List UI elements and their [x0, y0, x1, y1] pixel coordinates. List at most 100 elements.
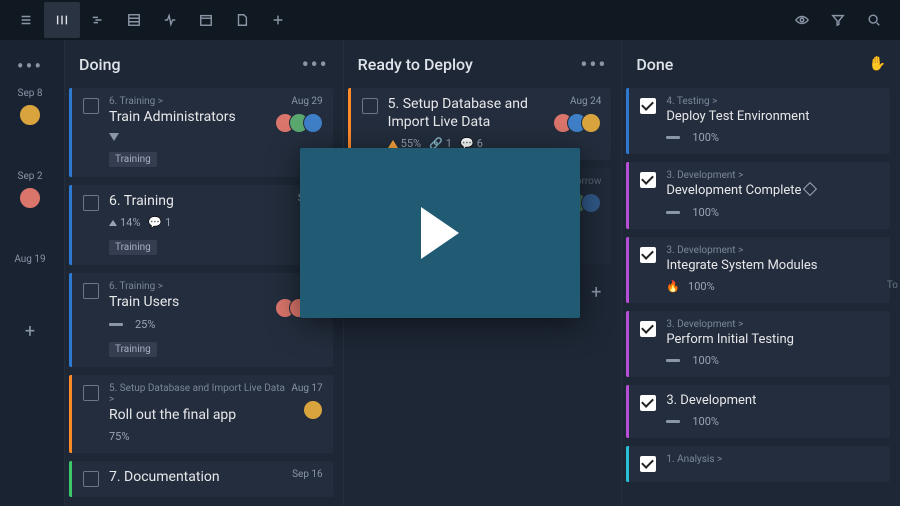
left-gutter: ••• Sep 8 Sep 2 Aug 19 +: [0, 40, 64, 506]
card-breadcrumb: 3. Development >: [666, 170, 880, 181]
checkbox-checked[interactable]: [640, 395, 656, 411]
card-title: Train Users: [109, 294, 269, 312]
checkbox[interactable]: [83, 471, 99, 487]
view-file-icon[interactable]: [224, 2, 260, 38]
view-grid-icon[interactable]: [116, 2, 152, 38]
checkbox[interactable]: [362, 98, 378, 114]
view-activity-icon[interactable]: [152, 2, 188, 38]
percent: 100%: [692, 206, 719, 219]
priority-low-icon: [109, 133, 119, 141]
checkbox-checked[interactable]: [640, 247, 656, 263]
expand-icon: [109, 220, 117, 226]
progress-bar-icon: [666, 136, 680, 139]
progress-bar-icon: [109, 323, 123, 326]
top-toolbar: [0, 0, 900, 40]
checkbox-checked[interactable]: [640, 456, 656, 472]
task-card[interactable]: 3. Development 100%: [626, 385, 890, 438]
percent: 100%: [692, 415, 719, 428]
card-title: Development Complete: [666, 183, 880, 199]
column-menu-icon[interactable]: •••: [580, 52, 607, 76]
gutter-date: Sep 8: [18, 88, 43, 99]
milestone-icon: [803, 182, 817, 196]
task-card[interactable]: 3. Development > Development Complete 10…: [626, 162, 890, 228]
task-card[interactable]: 6. Training > Train Users 25% Training S…: [69, 273, 333, 367]
avatar[interactable]: [18, 186, 42, 210]
task-card[interactable]: 3. Development > Integrate System Module…: [626, 237, 890, 303]
gutter-date: Aug 19: [14, 254, 45, 265]
checkbox-checked[interactable]: [640, 98, 656, 114]
checkbox[interactable]: [83, 98, 99, 114]
checkbox-checked[interactable]: [640, 321, 656, 337]
tag[interactable]: Training: [109, 342, 157, 357]
view-list-icon[interactable]: [8, 2, 44, 38]
task-card[interactable]: 7. Documentation Sep 16: [69, 461, 333, 497]
view-calendar-icon[interactable]: [188, 2, 224, 38]
card-title: 3. Development: [666, 393, 880, 409]
percent: 75%: [109, 430, 129, 443]
task-card[interactable]: 1. Analysis >: [626, 446, 890, 482]
checkbox[interactable]: [83, 283, 99, 299]
percent: 100%: [688, 280, 715, 293]
play-icon: [421, 207, 459, 259]
percent: 100%: [692, 131, 719, 144]
search-icon[interactable]: [856, 2, 892, 38]
task-card[interactable]: 3. Development > Perform Initial Testing…: [626, 311, 890, 377]
view-board-icon[interactable]: [44, 2, 80, 38]
card-title: Integrate System Modules: [666, 258, 880, 274]
card-title: 7. Documentation: [109, 469, 286, 487]
plus-icon: +: [591, 282, 601, 303]
card-title: Train Administrators: [109, 109, 269, 127]
tag[interactable]: Training: [109, 152, 157, 167]
card-breadcrumb: 6. Training >: [109, 281, 269, 292]
column-menu-icon[interactable]: •••: [302, 52, 329, 76]
card-title: Roll out the final app: [109, 407, 285, 425]
watch-icon[interactable]: [784, 2, 820, 38]
view-timeline-icon[interactable]: [80, 2, 116, 38]
card-breadcrumb: 4. Testing >: [666, 96, 880, 107]
comments-icon[interactable]: 💬 1: [148, 216, 171, 229]
add-view-icon[interactable]: [260, 2, 296, 38]
cutoff-label: To: [887, 280, 898, 291]
card-breadcrumb: 6. Training >: [109, 96, 269, 107]
checkbox-checked[interactable]: [640, 172, 656, 188]
grab-icon[interactable]: ✋: [869, 56, 886, 72]
percent: 100%: [692, 354, 719, 367]
column-title: Doing: [79, 55, 302, 74]
card-breadcrumb: 1. Analysis >: [666, 454, 880, 465]
avatar[interactable]: [18, 103, 42, 127]
card-title: 6. Training: [109, 193, 292, 211]
card-due: Aug 29: [291, 96, 322, 107]
add-icon[interactable]: +: [16, 317, 44, 345]
progress-bar-icon: [666, 420, 680, 423]
task-card[interactable]: 6. Training > Train Administrators Train…: [69, 88, 333, 177]
tag[interactable]: Training: [109, 240, 157, 255]
card-title: Deploy Test Environment: [666, 109, 880, 125]
assignees[interactable]: [275, 113, 323, 133]
checkbox[interactable]: [83, 195, 99, 211]
assignees[interactable]: [553, 113, 601, 133]
percent: 25%: [135, 318, 155, 331]
progress-bar-icon: [666, 211, 680, 214]
card-title: Perform Initial Testing: [666, 332, 880, 348]
flame-icon: 🔥: [666, 280, 680, 293]
gutter-date: Sep 2: [18, 171, 43, 182]
priority-high-icon: [388, 140, 398, 148]
column-title: Ready to Deploy: [358, 55, 581, 74]
video-play-overlay[interactable]: [300, 148, 580, 318]
card-due: Aug 17: [291, 383, 322, 394]
assignees[interactable]: [303, 400, 323, 420]
card-due: Sep 16: [292, 469, 323, 480]
checkbox[interactable]: [83, 385, 99, 401]
task-card[interactable]: 6. Training 14% 💬 1 Training Sep 2: [69, 185, 333, 266]
task-card[interactable]: 5. Setup Database and Import Live Data >…: [69, 375, 333, 454]
card-breadcrumb: 3. Development >: [666, 319, 880, 330]
column-title: Done: [636, 55, 868, 74]
gutter-menu-icon[interactable]: •••: [17, 48, 43, 80]
percent: 14%: [120, 216, 140, 229]
card-due: Aug 24: [570, 96, 601, 107]
column-done: Done ✋ 4. Testing > Deploy Test Environm…: [621, 40, 900, 506]
task-card[interactable]: 4. Testing > Deploy Test Environment 100…: [626, 88, 890, 154]
progress-bar-icon: [666, 359, 680, 362]
filter-icon[interactable]: [820, 2, 856, 38]
card-breadcrumb: 3. Development >: [666, 245, 880, 256]
